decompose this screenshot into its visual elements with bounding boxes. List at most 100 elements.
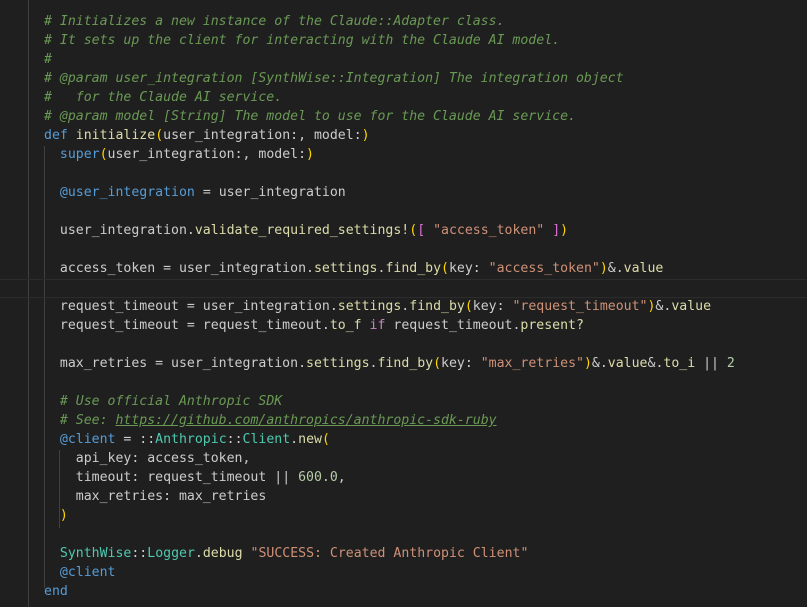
- code-line[interactable]: [44, 373, 735, 392]
- code-token: user_integration:, model:: [107, 147, 307, 162]
- code-token: Logger: [147, 546, 195, 561]
- code-token: SynthWise: [59, 546, 132, 561]
- code-line[interactable]: # Use official Anthropic SDK: [44, 392, 735, 411]
- code-token: "access_token": [433, 223, 545, 238]
- code-line[interactable]: [44, 202, 735, 221]
- code-token: max_retries: max_retries: [75, 489, 267, 504]
- code-token: ): [306, 147, 314, 162]
- code-token: ): [560, 223, 569, 238]
- code-token: ): [361, 128, 370, 143]
- code-line[interactable]: # for the Claude AI service.: [44, 88, 735, 107]
- code-token: super: [59, 147, 100, 162]
- code-line[interactable]: request_timeout = request_timeout.to_f i…: [44, 316, 735, 335]
- code-line[interactable]: [44, 335, 735, 354]
- code-token: 600.0: [298, 470, 338, 485]
- code-token: ]: [552, 223, 561, 238]
- code-token: request_timeout.: [385, 318, 521, 333]
- code-line[interactable]: access_token = user_integration.settings…: [44, 259, 735, 278]
- code-token: Anthropic: [155, 432, 227, 447]
- code-token: "request_timeout": [512, 299, 648, 314]
- code-line[interactable]: @client: [44, 563, 735, 582]
- code-token: debug: [202, 546, 243, 561]
- code-line[interactable]: end: [44, 582, 735, 601]
- code-token: value: [623, 261, 664, 276]
- code-text[interactable]: # Initializes a new instance of the Clau…: [44, 12, 735, 601]
- code-token: &.: [647, 356, 664, 371]
- code-line[interactable]: @client = ::Anthropic::Client.new(: [44, 430, 735, 449]
- code-line[interactable]: # It sets up the client for interacting …: [44, 31, 735, 50]
- code-token: new: [298, 432, 322, 447]
- code-token: user_integration:, model:: [163, 128, 362, 143]
- code-line[interactable]: SynthWise::Logger.debug "SUCCESS: Create…: [44, 544, 735, 563]
- code-line[interactable]: api_key: access_token,: [44, 449, 735, 468]
- code-token: &.: [607, 261, 624, 276]
- code-token: present?: [520, 318, 584, 333]
- code-line[interactable]: # @param model [String] The model to use…: [44, 107, 735, 126]
- code-token: end: [44, 584, 68, 599]
- code-token: (: [433, 356, 442, 371]
- code-token: "max_retries": [480, 356, 584, 371]
- code-token: ::: [226, 432, 243, 447]
- code-line[interactable]: ): [44, 506, 735, 525]
- code-token: if: [369, 318, 386, 333]
- code-token: key:: [441, 356, 481, 371]
- code-token: &.: [655, 299, 672, 314]
- code-token: .: [369, 356, 378, 371]
- code-line[interactable]: [44, 278, 735, 297]
- code-line[interactable]: def initialize(user_integration:, model:…: [44, 126, 735, 145]
- code-token: ): [599, 261, 608, 276]
- code-editor[interactable]: # Initializes a new instance of the Clau…: [0, 0, 807, 607]
- code-token: key:: [448, 261, 489, 276]
- code-line[interactable]: #: [44, 50, 735, 69]
- code-token: value: [671, 299, 712, 314]
- code-token: user_integration.: [44, 223, 195, 238]
- code-line[interactable]: [44, 240, 735, 259]
- indent-guide: [28, 0, 29, 607]
- code-line[interactable]: max_retries: max_retries: [44, 487, 735, 506]
- code-token: find_by: [377, 356, 434, 371]
- code-token: timeout: request_timeout ||: [75, 470, 299, 485]
- code-line[interactable]: # Initializes a new instance of the Clau…: [44, 12, 735, 31]
- code-token: ): [583, 356, 592, 371]
- code-line[interactable]: timeout: request_timeout || 600.0,: [44, 468, 735, 487]
- code-line[interactable]: @user_integration = user_integration: [44, 183, 735, 202]
- code-line[interactable]: user_integration.validate_required_setti…: [44, 221, 735, 240]
- code-line[interactable]: # @param user_integration [SynthWise::In…: [44, 69, 735, 88]
- code-token: request_timeout = request_timeout.: [44, 318, 330, 333]
- code-token: # Use official Anthropic SDK: [59, 394, 283, 409]
- code-line[interactable]: request_timeout = user_integration.setti…: [44, 297, 735, 316]
- code-token: "access_token": [488, 261, 600, 276]
- code-token: ::: [131, 546, 148, 561]
- code-token: # @param user_integration [SynthWise::In…: [44, 71, 624, 86]
- code-line[interactable]: # See: https://github.com/anthropics/ant…: [44, 411, 735, 430]
- code-line[interactable]: [44, 525, 735, 544]
- code-token: (: [321, 432, 330, 447]
- code-token: ||: [695, 356, 727, 371]
- code-token: request_timeout = user_integration.: [44, 299, 338, 314]
- code-line[interactable]: super(user_integration:, model:): [44, 145, 735, 164]
- code-token: to_f: [329, 318, 362, 333]
- code-token: ): [59, 508, 68, 523]
- code-token: api_key: access_token,: [75, 451, 251, 466]
- code-token: find_by: [409, 299, 465, 314]
- code-token: settings: [306, 356, 370, 371]
- code-line[interactable]: [44, 164, 735, 183]
- code-token: 2: [726, 356, 735, 371]
- code-line[interactable]: max_retries = user_integration.settings.…: [44, 354, 735, 373]
- code-token: = user_integration: [194, 185, 346, 200]
- code-token: (: [464, 299, 473, 314]
- code-token: # @param model [String] The model to use…: [44, 109, 576, 124]
- code-link[interactable]: https://github.com/anthropics/anthropic-…: [115, 413, 496, 428]
